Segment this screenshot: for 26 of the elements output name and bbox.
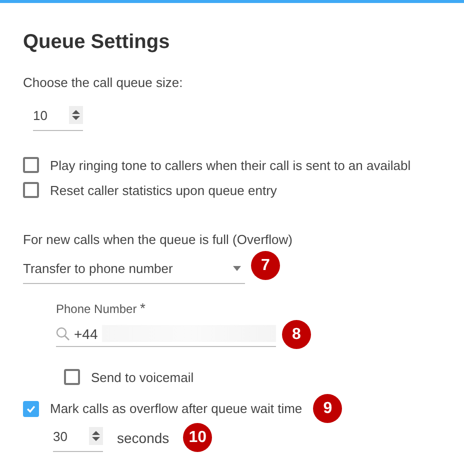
spinner-arrows-icon[interactable] bbox=[89, 427, 103, 445]
checkbox[interactable] bbox=[23, 157, 39, 173]
field-label: Phone Number * bbox=[56, 300, 146, 316]
checkbox-label: Reset caller statistics upon queue entry bbox=[50, 182, 277, 198]
search-icon bbox=[56, 326, 70, 340]
caret-icon bbox=[233, 266, 241, 271]
number-badge: 8 bbox=[282, 320, 311, 349]
spinner-arrows-icon[interactable] bbox=[69, 106, 83, 124]
checkbox-label: Send to voicemail bbox=[91, 370, 194, 384]
field-label: Choose the call queue size: bbox=[23, 75, 184, 90]
checkbox[interactable] bbox=[23, 182, 39, 198]
dropdown[interactable]: Transfer to phone number bbox=[23, 256, 245, 284]
number-badge: 10 bbox=[183, 423, 212, 452]
checkbox-label: Mark calls as overflow after queue wait time bbox=[50, 401, 302, 416]
number-badge: 7 bbox=[251, 251, 280, 280]
section-label: For new calls when the queue is full (Overflow) bbox=[23, 232, 294, 247]
number-badge: 9 bbox=[313, 394, 342, 423]
checkbox[interactable] bbox=[64, 369, 80, 385]
number-field[interactable]: 10 bbox=[33, 106, 83, 131]
page-title: Queue Settings bbox=[23, 31, 171, 55]
required-mark: * bbox=[140, 300, 146, 316]
number-field[interactable]: 30 bbox=[53, 427, 103, 452]
checkbox-label: Play ringing tone to callers when their call is sent to an availabl bbox=[50, 158, 411, 172]
checkbox[interactable] bbox=[23, 400, 39, 416]
phone-field[interactable]: +44 bbox=[56, 322, 276, 347]
unit-label: seconds bbox=[117, 430, 170, 446]
